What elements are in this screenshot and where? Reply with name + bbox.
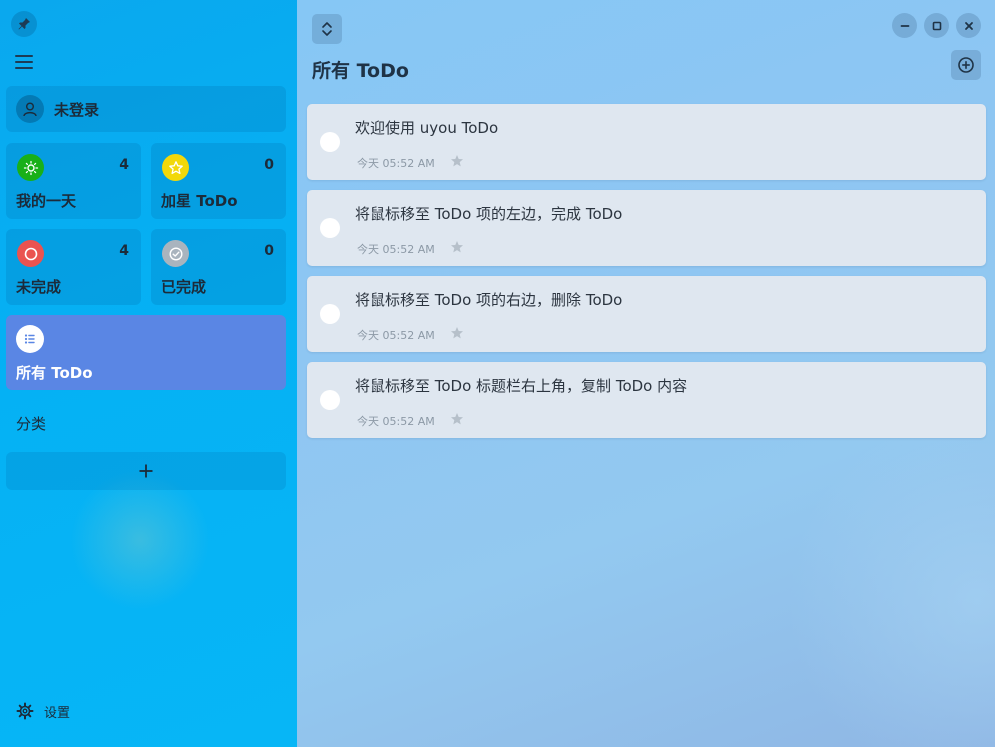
todo-complete-checkbox[interactable] (320, 304, 340, 324)
tile-my-day-label: 我的一天 (16, 192, 77, 210)
user-label: 未登录 (54, 100, 100, 119)
todo-list: 欢迎使用 uyou ToDo 今天 05:52 AM 将鼠标移至 ToDo 项的… (307, 104, 986, 448)
sun-icon (17, 154, 44, 181)
user-icon (16, 95, 44, 123)
tile-finished-count: 0 (264, 243, 274, 259)
main-panel: 所有 ToDo 欢迎使用 uyou ToDo 今天 05:52 AM 将鼠标移至… (297, 0, 995, 747)
tile-unfinished[interactable]: 4 未完成 (6, 229, 141, 305)
todo-complete-checkbox[interactable] (320, 218, 340, 238)
main-glow (777, 420, 995, 747)
todo-text: 将鼠标移至 ToDo 项的右边，删除 ToDo (355, 291, 623, 309)
user-card[interactable]: 未登录 (6, 86, 286, 132)
star-icon (162, 154, 189, 181)
todo-text: 将鼠标移至 ToDo 标题栏右上角，复制 ToDo 内容 (355, 377, 688, 395)
star-icon[interactable] (450, 154, 464, 168)
todo-time: 今天 05:52 AM (357, 329, 435, 342)
hamburger-menu-icon[interactable] (14, 53, 34, 71)
star-icon[interactable] (450, 240, 464, 254)
tile-finished[interactable]: 0 已完成 (151, 229, 286, 305)
star-icon[interactable] (450, 326, 464, 340)
todo-time: 今天 05:52 AM (357, 243, 435, 256)
settings-button[interactable]: 设置 (16, 700, 70, 722)
tile-finished-label: 已完成 (161, 278, 207, 296)
category-label: 分类 (16, 415, 47, 433)
todo-item[interactable]: 将鼠标移至 ToDo 项的右边，删除 ToDo 今天 05:52 AM (307, 276, 986, 352)
sidebar-glow (70, 470, 210, 610)
maximize-button[interactable] (924, 13, 949, 38)
pin-icon (18, 18, 30, 30)
todo-text: 欢迎使用 uyou ToDo (355, 119, 499, 137)
todo-text: 将鼠标移至 ToDo 项的左边，完成 ToDo (355, 205, 623, 223)
todo-complete-checkbox[interactable] (320, 390, 340, 410)
tile-my-day-count: 4 (119, 157, 129, 173)
list-icon (16, 325, 44, 353)
add-todo-button[interactable] (951, 50, 981, 80)
settings-label: 设置 (44, 705, 71, 721)
tile-all-todo[interactable]: 所有 ToDo (6, 315, 286, 390)
todo-time: 今天 05:52 AM (357, 415, 435, 428)
sort-button[interactable] (312, 14, 342, 44)
maximize-icon (932, 21, 941, 30)
tile-starred-label: 加星 ToDo (161, 192, 238, 210)
add-circle-icon (958, 57, 974, 73)
minimize-icon (900, 24, 909, 27)
tile-all-todo-label: 所有 ToDo (16, 364, 93, 382)
pin-button[interactable] (11, 11, 37, 37)
plus-icon (139, 464, 153, 478)
sort-icon (322, 22, 332, 36)
star-icon[interactable] (450, 412, 464, 426)
todo-item[interactable]: 欢迎使用 uyou ToDo 今天 05:52 AM (307, 104, 986, 180)
close-icon (964, 21, 973, 30)
add-category-button[interactable] (6, 452, 286, 490)
sidebar: 未登录 4 我的一天 0 加星 ToDo 4 未完成 0 已完成 所有 ToDo… (0, 0, 297, 747)
tile-unfinished-count: 4 (119, 243, 129, 259)
circle-icon (17, 240, 44, 267)
todo-item[interactable]: 将鼠标移至 ToDo 项的左边，完成 ToDo 今天 05:52 AM (307, 190, 986, 266)
todo-complete-checkbox[interactable] (320, 132, 340, 152)
check-circle-icon (162, 240, 189, 267)
tile-my-day[interactable]: 4 我的一天 (6, 143, 141, 219)
todo-item[interactable]: 将鼠标移至 ToDo 标题栏右上角，复制 ToDo 内容 今天 05:52 AM (307, 362, 986, 438)
close-button[interactable] (956, 13, 981, 38)
gear-icon (16, 702, 34, 720)
tile-starred[interactable]: 0 加星 ToDo (151, 143, 286, 219)
minimize-button[interactable] (892, 13, 917, 38)
tile-unfinished-label: 未完成 (16, 278, 62, 296)
tile-starred-count: 0 (264, 157, 274, 173)
page-title: 所有 ToDo (312, 60, 409, 82)
todo-time: 今天 05:52 AM (357, 157, 435, 170)
